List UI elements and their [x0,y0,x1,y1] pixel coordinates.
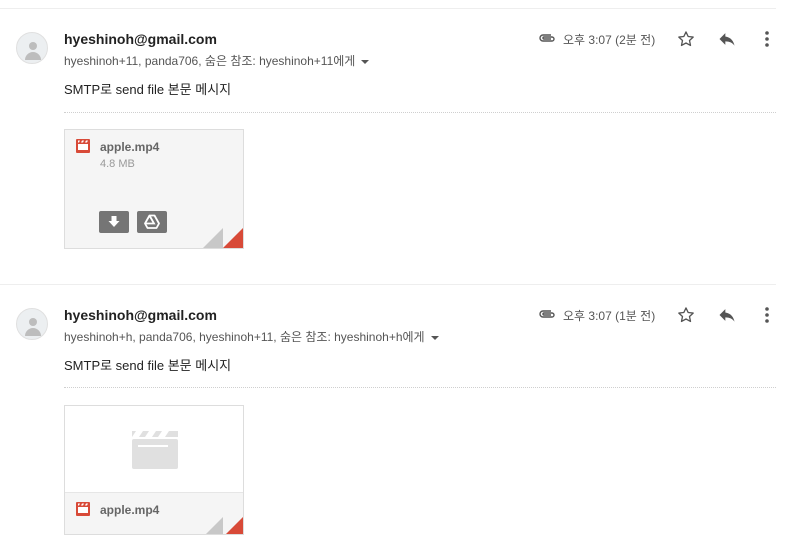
message-body: SMTP로 send file 본문 메시지 [64,82,232,97]
corner-fold [203,228,243,248]
download-icon [108,216,120,227]
attachment-filesize: 4.8 MB [100,158,135,170]
person-icon [29,42,37,50]
reply-icon[interactable] [716,29,738,49]
attachment-filename: apple.mp4 [100,140,160,154]
chevron-down-icon[interactable] [361,59,370,64]
google-drive-icon [144,214,160,229]
attachment-preview [65,406,243,492]
star-icon[interactable] [676,305,696,325]
chevron-down-icon[interactable] [430,335,439,340]
recipients-line[interactable]: hyeshinoh+h, panda706, hyeshinoh+11, 숨은 … [64,328,439,345]
video-file-icon [76,502,90,516]
message-time[interactable]: 오후 3:07 (2분 전) [563,31,655,48]
paperclip-icon [539,310,555,318]
recipients-text: hyeshinoh+h, panda706, hyeshinoh+11, 숨은 … [64,330,425,344]
video-file-icon [76,139,90,153]
paperclip-icon [539,34,555,42]
sender-avatar[interactable] [16,308,48,340]
sender-email[interactable]: hyeshinoh@gmail.com [64,31,217,47]
download-button[interactable] [99,211,129,233]
attachment-card[interactable]: apple.mp4 4.8 MB [64,129,244,249]
message-time[interactable]: 오후 3:07 (1분 전) [563,307,655,324]
recipients-text: hyeshinoh+11, panda706, 숨은 참조: hyeshinoh… [64,54,356,68]
star-icon[interactable] [676,29,696,49]
person-icon-body [25,52,41,60]
attachment-card[interactable]: apple.mp4 [64,405,244,535]
more-vert-icon[interactable] [758,29,776,49]
more-vert-icon[interactable] [758,305,776,325]
message-separator [0,284,776,285]
attachment-filename: apple.mp4 [100,503,160,517]
sender-avatar[interactable] [16,32,48,64]
sender-email[interactable]: hyeshinoh@gmail.com [64,307,217,323]
top-divider [0,8,776,9]
content-divider [64,112,776,113]
content-divider [64,387,776,388]
corner-fold [206,517,243,534]
message-body: SMTP로 send file 본문 메시지 [64,358,232,373]
video-file-icon [132,431,178,469]
person-icon [29,318,37,326]
reply-icon[interactable] [716,305,738,325]
recipients-line[interactable]: hyeshinoh+11, panda706, 숨은 참조: hyeshinoh… [64,52,370,69]
person-icon-body [25,328,41,336]
save-to-drive-button[interactable] [137,211,167,233]
attachment-footer: apple.mp4 [65,492,243,534]
